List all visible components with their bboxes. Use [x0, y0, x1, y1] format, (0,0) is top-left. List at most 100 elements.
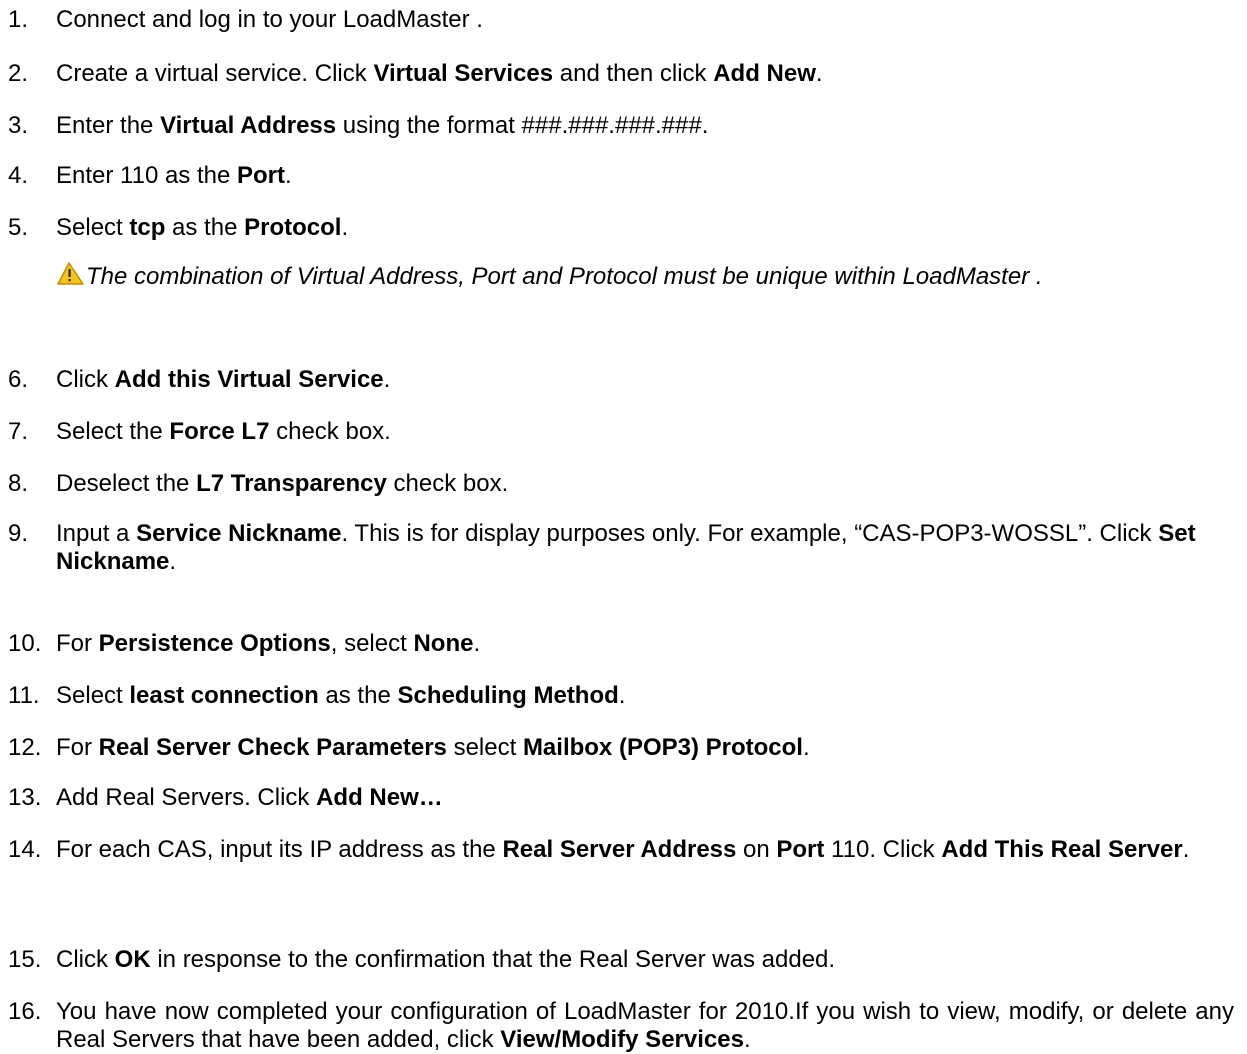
step-text-fragment: For — [56, 630, 99, 657]
ui-term: Service Nickname — [136, 520, 342, 547]
list-item: 16. You have now completed your configura… — [8, 998, 1234, 1054]
step-text-fragment: . — [169, 548, 177, 575]
note-indent — [8, 262, 56, 291]
step-text-fragment: 110. Click — [824, 836, 942, 863]
step-text-fragment: . — [1182, 836, 1190, 863]
step-number: 10. — [8, 630, 42, 657]
warning-icon — [57, 262, 84, 285]
warning-note: The combination of Virtual Address, Port… — [8, 262, 1234, 291]
list-item: 11. Select least connection as the Schedu… — [8, 682, 1234, 710]
step-text: For Real Server Check Parameters select … — [56, 734, 1234, 762]
ui-term: Real Server Address — [502, 836, 737, 863]
step-text: Input a Service Nickname. This is for di… — [56, 520, 1234, 576]
ui-term: View/Modify Services — [500, 1026, 744, 1053]
step-text-fragment: . — [815, 60, 823, 87]
step-text-fragment: Deselect the — [56, 470, 197, 497]
step-text-fragment: Select the — [56, 418, 170, 445]
list-item: 13. Add Real Servers. Click Add New… — [8, 784, 1234, 812]
ui-term: Force L7 — [169, 418, 270, 445]
step-number: 11. — [8, 682, 40, 709]
step-text: Add Real Servers. Click Add New… — [56, 784, 1234, 812]
step-text-fragment: using the format ###.###.###.###. — [336, 112, 709, 139]
step-text-fragment: . — [285, 162, 292, 189]
step-text-fragment: check box. — [386, 470, 509, 497]
ui-term: tcp — [129, 214, 166, 241]
ui-term: Add This Real Server — [941, 836, 1183, 863]
step-text-fragment: Click — [56, 366, 115, 393]
ui-term: Virtual Address — [160, 112, 337, 139]
step-text: Click OK in response to the confirmation… — [56, 946, 1234, 974]
step-text-fragment: Select — [56, 214, 130, 241]
step-text: You have now completed your configuratio… — [56, 998, 1234, 1054]
step-text-fragment: Add Real Servers. Click — [56, 784, 317, 811]
ui-term: Virtual Services — [373, 60, 554, 87]
step-text: Select the Force L7 check box. — [56, 418, 1234, 446]
step-text: For each CAS, input its IP address as th… — [56, 836, 1234, 864]
step-text: Deselect the L7 Transparency check box. — [56, 470, 1234, 498]
list-item: 2. Create a virtual service. Click Virtua… — [8, 60, 1234, 88]
step-text-fragment: Connect and log in to your LoadMaster . — [56, 6, 483, 33]
step-text-fragment: Select — [56, 682, 130, 709]
list-item: 8. Deselect the L7 Transparency check box… — [8, 470, 1234, 498]
step-text: Enter 110 as the Port. — [56, 162, 1234, 190]
step-number: 15. — [8, 946, 42, 973]
step-text-fragment: check box. — [269, 418, 391, 445]
step-number: 16. — [8, 998, 42, 1025]
step-text: Enter the Virtual Address using the form… — [56, 112, 1234, 140]
step-text-fragment: Click — [56, 946, 115, 973]
step-number: 9. — [8, 520, 29, 547]
step-number: 7. — [8, 418, 29, 445]
list-item: 12. For Real Server Check Parameters sele… — [8, 734, 1234, 762]
step-text-fragment: . — [802, 734, 810, 761]
ui-term: OK — [114, 946, 151, 973]
step-number: 14. — [8, 836, 42, 863]
step-text-fragment: on — [736, 836, 777, 863]
step-text-fragment: in response to the confirmation that the… — [150, 946, 836, 973]
list-item: 14. For each CAS, input its IP address as… — [8, 836, 1234, 864]
step-text-fragment: as the — [165, 214, 245, 241]
step-text-fragment: select — [446, 734, 523, 761]
step-number: 1. — [8, 6, 29, 33]
list-item: 5. Select tcp as the Protocol. — [8, 214, 1234, 242]
step-text-fragment: as the — [318, 682, 398, 709]
list-item: 4. Enter 110 as the Port. — [8, 162, 1234, 190]
step-text-fragment: Input a — [56, 520, 137, 547]
step-text-fragment: For — [56, 734, 99, 761]
list-item: 10. For Persistence Options, select None. — [8, 630, 1234, 658]
ui-term: Mailbox (POP3) Protocol — [522, 734, 803, 761]
step-text: Select tcp as the Protocol. — [56, 214, 1234, 242]
ui-term: Port — [776, 836, 825, 863]
step-text-fragment: . — [743, 1026, 751, 1053]
ui-term: Real Server Check Parameters — [98, 734, 447, 761]
ui-term: Scheduling Method — [397, 682, 619, 709]
step-text-fragment: Enter 110 as the — [56, 162, 238, 189]
step-text-fragment: . This is for display purposes only. For… — [341, 520, 1159, 547]
ui-term: L7 Transparency — [196, 470, 387, 497]
step-number: 6. — [8, 366, 29, 393]
ui-term: least connection — [129, 682, 319, 709]
step-text-fragment: Create a virtual service. Click — [56, 60, 374, 87]
step-text-fragment: For each CAS, input its IP address as th… — [56, 836, 503, 863]
step-text: Connect and log in to your LoadMaster . — [56, 6, 1234, 34]
step-text-fragment: . — [618, 682, 626, 709]
list-item: 15. Click OK in response to the confirmat… — [8, 946, 1234, 974]
ui-term: Add this Virtual Service — [114, 366, 384, 393]
step-number: 4. — [8, 162, 29, 189]
step-number: 8. — [8, 470, 29, 497]
step-text-fragment: , select — [330, 630, 414, 657]
ui-term: Add New… — [316, 784, 443, 811]
step-number: 5. — [8, 214, 29, 241]
step-text-fragment: . — [383, 366, 391, 393]
step-text: Create a virtual service. Click Virtual … — [56, 60, 1234, 88]
step-text: For Persistence Options, select None. — [56, 630, 1234, 658]
note-body: The combination of Virtual Address, Port… — [56, 262, 1234, 291]
step-text-fragment: Enter the — [56, 112, 161, 139]
step-text-fragment: . — [473, 630, 481, 657]
step-text: Click Add this Virtual Service. — [56, 366, 1234, 394]
note-text: The combination of Virtual Address, Port… — [86, 263, 1043, 290]
step-number: 2. — [8, 60, 29, 87]
ui-term: Port — [237, 162, 286, 189]
ui-term: Protocol — [244, 214, 342, 241]
ui-term: Persistence Options — [98, 630, 331, 657]
list-item: 3. Enter the Virtual Address using the fo… — [8, 112, 1234, 140]
